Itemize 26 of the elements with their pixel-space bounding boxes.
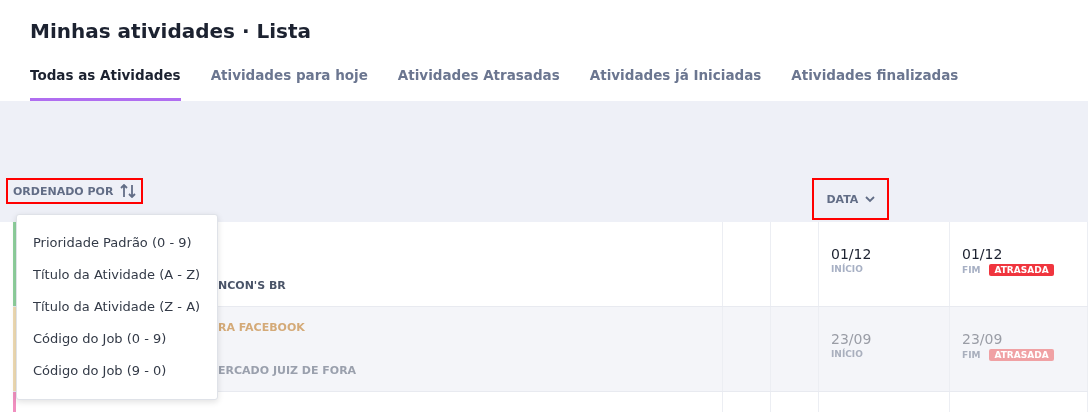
tab[interactable]: Atividades finalizadas: [791, 64, 959, 101]
sort-button[interactable]: ORDENADO POR: [6, 178, 144, 204]
sort-option[interactable]: Prioridade Padrão (0 - 9): [17, 227, 217, 259]
start-date: 01/12: [831, 246, 873, 262]
sort-option[interactable]: Código do Job (0 - 9): [17, 323, 217, 355]
activity-client: NCON'S BR: [218, 279, 287, 292]
start-date: 23/09: [831, 331, 873, 347]
late-badge: ATRASADA: [989, 264, 1054, 276]
sort-icon: [120, 184, 137, 198]
start-label: INÍCIO: [831, 349, 863, 359]
start-label: INÍCIO: [831, 264, 863, 274]
sort-option[interactable]: Título da Atividade (A - Z): [17, 259, 217, 291]
tab[interactable]: Atividades Atrasadas: [397, 64, 560, 101]
page-title: Minhas atividades · Lista: [29, 18, 313, 45]
end-label: FIM: [962, 265, 981, 275]
end-label: FIM: [962, 350, 981, 360]
late-badge: ATRASADA: [989, 349, 1054, 361]
tab[interactable]: Atividades para hoje: [210, 64, 368, 101]
end-date: 01/12: [962, 246, 1004, 262]
end-date: 23/09: [962, 331, 1004, 347]
date-sort-button[interactable]: DATA: [812, 178, 890, 220]
tab[interactable]: Atividades já Iniciadas: [589, 64, 762, 101]
chevron-down-icon: [865, 195, 876, 203]
sort-option[interactable]: Código do Job (9 - 0): [17, 355, 217, 387]
activity-client: ERCADO JUIZ DE FORA: [218, 364, 358, 377]
activity-category: RA FACEBOOK: [218, 321, 306, 334]
